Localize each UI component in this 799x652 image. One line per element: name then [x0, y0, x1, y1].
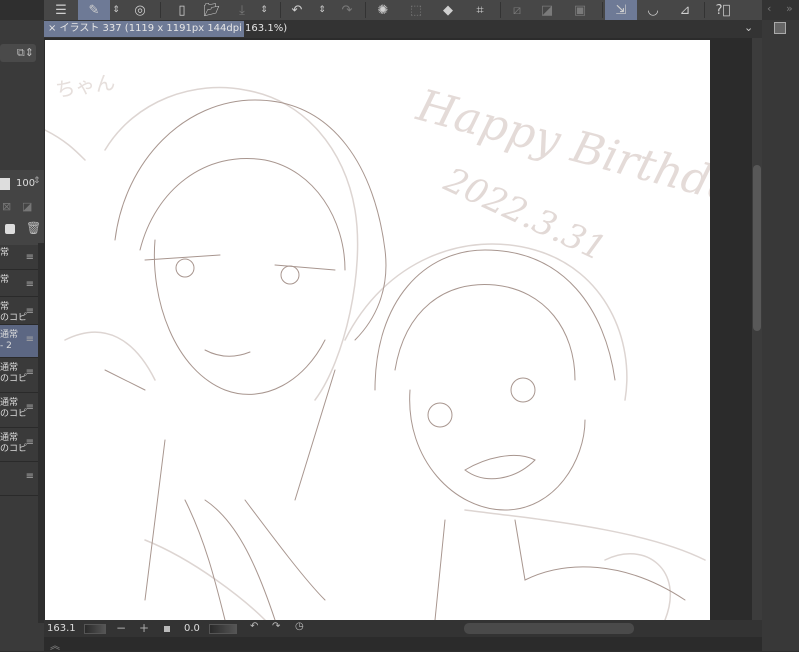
copy-layers-icon[interactable]: ⧉: [17, 46, 25, 59]
chevrons-icon[interactable]: ⇕: [316, 0, 328, 20]
clip-layer-icon[interactable]: ⊠: [2, 200, 11, 213]
canvas[interactable]: Happy Birthday 2022.3.31 ちゃん: [45, 40, 710, 620]
layer-row[interactable]: 通常 のコピ ≡: [0, 393, 38, 428]
menu-icon[interactable]: ☰: [52, 0, 70, 20]
reset-rotation-icon[interactable]: ◷: [295, 621, 304, 632]
opacity-stepper-icon[interactable]: ⇕: [33, 176, 41, 186]
selection-mask-icon[interactable]: ▣: [570, 0, 590, 20]
rotate-left-icon[interactable]: ↶: [250, 621, 258, 632]
open-folder-icon[interactable]: 📂︎: [202, 0, 222, 20]
trash-icon[interactable]: 🗑: [26, 221, 41, 235]
spinner-icon[interactable]: ✺: [373, 0, 393, 20]
command-bar: ☰ ✎ ⇕ ◎ ▯ 📂︎ ⤓ ⇕ ↶ ⇕ ↷ ✺ ⬚ ◆ ⌗ ⧄ ◪ ▣ ⇲ ◡…: [44, 0, 762, 20]
document-tab[interactable]: × イラスト 337 (1119 x 1191px 144dpi 163.1%): [44, 21, 287, 37]
fill-icon[interactable]: ◆: [438, 0, 458, 20]
menu-handle-icon[interactable]: ≡: [26, 252, 34, 263]
crop-icon[interactable]: ⌗: [470, 0, 490, 20]
bottom-bar: ︽: [44, 637, 762, 652]
redo-icon[interactable]: ↷: [337, 0, 357, 20]
pen-edit-icon[interactable]: ✎: [78, 0, 110, 20]
menu-handle-icon[interactable]: ≡: [26, 437, 34, 448]
panel-header: [0, 0, 44, 20]
new-canvas-icon[interactable]: ▯: [172, 0, 192, 20]
layer-name: 常: [0, 248, 10, 258]
rotation-value[interactable]: 0.0: [184, 623, 200, 634]
reference-layer-icon[interactable]: ◪: [22, 200, 32, 213]
invert-selection-icon[interactable]: ◪: [537, 0, 557, 20]
layer-row[interactable]: 通常 のコピ ≡: [0, 358, 38, 393]
status-bar: 163.1 − + 0.0 ↶ ↷ ◷: [44, 620, 762, 637]
select-all-icon[interactable]: ⬚: [406, 0, 426, 20]
chevrons-icon[interactable]: ⇕: [25, 46, 34, 59]
menu-handle-icon[interactable]: ≡: [26, 402, 34, 413]
layer-row[interactable]: ≡: [0, 462, 38, 496]
zoom-out-button[interactable]: −: [116, 621, 126, 635]
help-icon[interactable]: ?⃝: [713, 0, 733, 20]
chevron-left-icon[interactable]: ‹: [767, 2, 771, 15]
double-chevron-right-icon[interactable]: »: [786, 2, 793, 15]
expand-up-icon[interactable]: ︽: [50, 637, 60, 652]
zoom-in-button[interactable]: +: [139, 621, 149, 635]
save-icon[interactable]: ⤓: [232, 0, 252, 20]
undo-icon[interactable]: ↶: [287, 0, 307, 20]
layer-name: 常: [0, 275, 10, 285]
panel-collapse-controls: ‹ »: [762, 0, 799, 20]
rotate-right-icon[interactable]: ↷: [272, 621, 280, 632]
zoom-value[interactable]: 163.1: [47, 623, 76, 634]
navigator-icon[interactable]: [774, 22, 786, 34]
layer-row[interactable]: 常 ≡: [0, 270, 38, 297]
menu-handle-icon[interactable]: ≡: [26, 367, 34, 378]
layer-row-selected[interactable]: 通常 - 2 ≡: [0, 325, 38, 358]
vector-line-icon[interactable]: ⇲: [605, 0, 637, 20]
zoom-slider[interactable]: [84, 624, 106, 634]
menu-handle-icon[interactable]: ≡: [26, 334, 34, 345]
layer-mode-control[interactable]: ⧉⇕: [0, 44, 36, 62]
chevrons-icon[interactable]: ⇕: [110, 0, 122, 20]
layer-row[interactable]: 常 ≡: [0, 243, 38, 270]
chevron-down-icon[interactable]: ⌄: [744, 21, 753, 34]
opacity-slider[interactable]: [0, 178, 10, 190]
vertical-scrollbar-thumb[interactable]: [753, 165, 761, 331]
bowl-brush-icon[interactable]: ◡: [643, 0, 663, 20]
layer-mask-icon[interactable]: [5, 224, 15, 234]
menu-handle-icon[interactable]: ≡: [26, 279, 34, 290]
ruler-icon[interactable]: ⊿: [675, 0, 695, 20]
fit-icon[interactable]: [164, 626, 170, 632]
sketch-artwork: [45, 86, 706, 620]
layer-row[interactable]: 通常 のコピ ≡: [0, 428, 38, 462]
rotation-slider[interactable]: [209, 624, 237, 634]
right-panel: [762, 20, 799, 651]
menu-handle-icon[interactable]: ≡: [26, 471, 34, 482]
deselect-icon[interactable]: ⧄: [507, 0, 527, 20]
chevrons-icon[interactable]: ⇕: [258, 0, 270, 20]
layer-panel: ⧉⇕ 100 ⇕ ⊠ ◪ 🗑 常 ≡ 常 ≡ 常のコピ ≡ 通常 - 2 ≡ 通常 のコピ ≡…: [0, 0, 44, 651]
menu-handle-icon[interactable]: ≡: [26, 306, 34, 317]
horizontal-scrollbar-thumb[interactable]: [464, 623, 634, 634]
lasso-icon[interactable]: ◎: [130, 0, 150, 20]
layer-row[interactable]: 常のコピ ≡: [0, 297, 38, 325]
